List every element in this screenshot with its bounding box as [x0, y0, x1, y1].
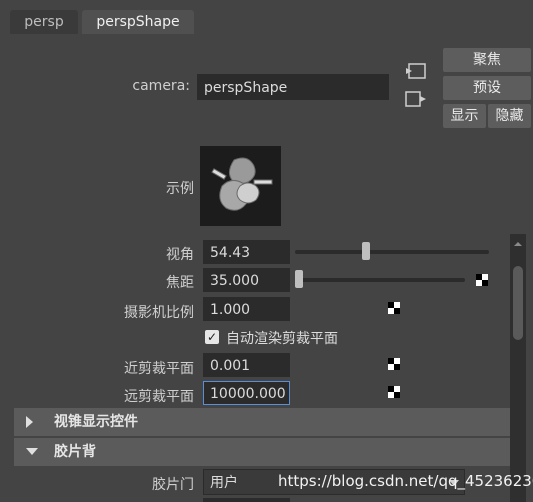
- section-frustum[interactable]: 视锥显示控件: [14, 408, 510, 436]
- near-field[interactable]: 0.001: [203, 353, 290, 377]
- camera-label: camera:: [132, 78, 190, 94]
- preset-button[interactable]: 预设: [443, 76, 531, 100]
- watermark-text: https://blog.csdn.net/qq_45236230: [278, 472, 533, 490]
- scale-field[interactable]: 1.000: [203, 297, 290, 321]
- far-field[interactable]: 10000.000: [203, 381, 290, 405]
- scroll-thumb[interactable]: [513, 266, 523, 340]
- tab-persp[interactable]: persp: [10, 10, 78, 34]
- sample-preview: [200, 146, 281, 226]
- fov-slider-track[interactable]: [295, 250, 489, 254]
- focal-field[interactable]: 35.000: [203, 268, 290, 292]
- tab-bar: persp perspShape: [0, 0, 533, 36]
- chevron-down-icon: [26, 448, 38, 455]
- animated-key-icon[interactable]: [388, 386, 400, 398]
- auto-clip-checkbox[interactable]: ✓: [205, 330, 219, 344]
- animated-key-icon[interactable]: [476, 274, 488, 286]
- scale-label: 摄影机比例: [124, 305, 194, 321]
- next-field-edge: [203, 498, 290, 502]
- chevron-right-icon: [26, 416, 33, 428]
- section-film-back-label: 胶片背: [54, 444, 96, 460]
- camera-frame-icon[interactable]: [404, 90, 428, 112]
- far-label: 远剪裁平面: [124, 389, 194, 405]
- near-label: 近剪裁平面: [124, 361, 194, 377]
- sample-label: 示例: [166, 181, 194, 197]
- animated-key-icon[interactable]: [388, 302, 400, 314]
- show-button[interactable]: 显示: [443, 104, 486, 128]
- camera-select-icon[interactable]: [404, 62, 428, 84]
- fov-slider-handle[interactable]: [361, 242, 370, 260]
- auto-clip-label: 自动渲染剪裁平面: [226, 331, 338, 347]
- animated-key-icon[interactable]: [388, 358, 400, 370]
- tab-perspShape[interactable]: perspShape: [82, 10, 194, 34]
- focal-slider-handle[interactable]: [295, 270, 303, 288]
- focal-slider-track[interactable]: [295, 278, 465, 282]
- fov-label: 视角: [166, 247, 194, 263]
- camera-field[interactable]: perspShape: [197, 74, 389, 100]
- section-film-back[interactable]: 胶片背: [14, 438, 510, 466]
- film-gate-label: 胶片门: [152, 477, 194, 493]
- focal-label: 焦距: [166, 275, 194, 291]
- fov-field[interactable]: 54.43: [203, 240, 290, 264]
- section-frustum-label: 视锥显示控件: [54, 414, 138, 430]
- focus-button[interactable]: 聚焦: [443, 48, 531, 72]
- hide-button[interactable]: 隐藏: [488, 104, 531, 128]
